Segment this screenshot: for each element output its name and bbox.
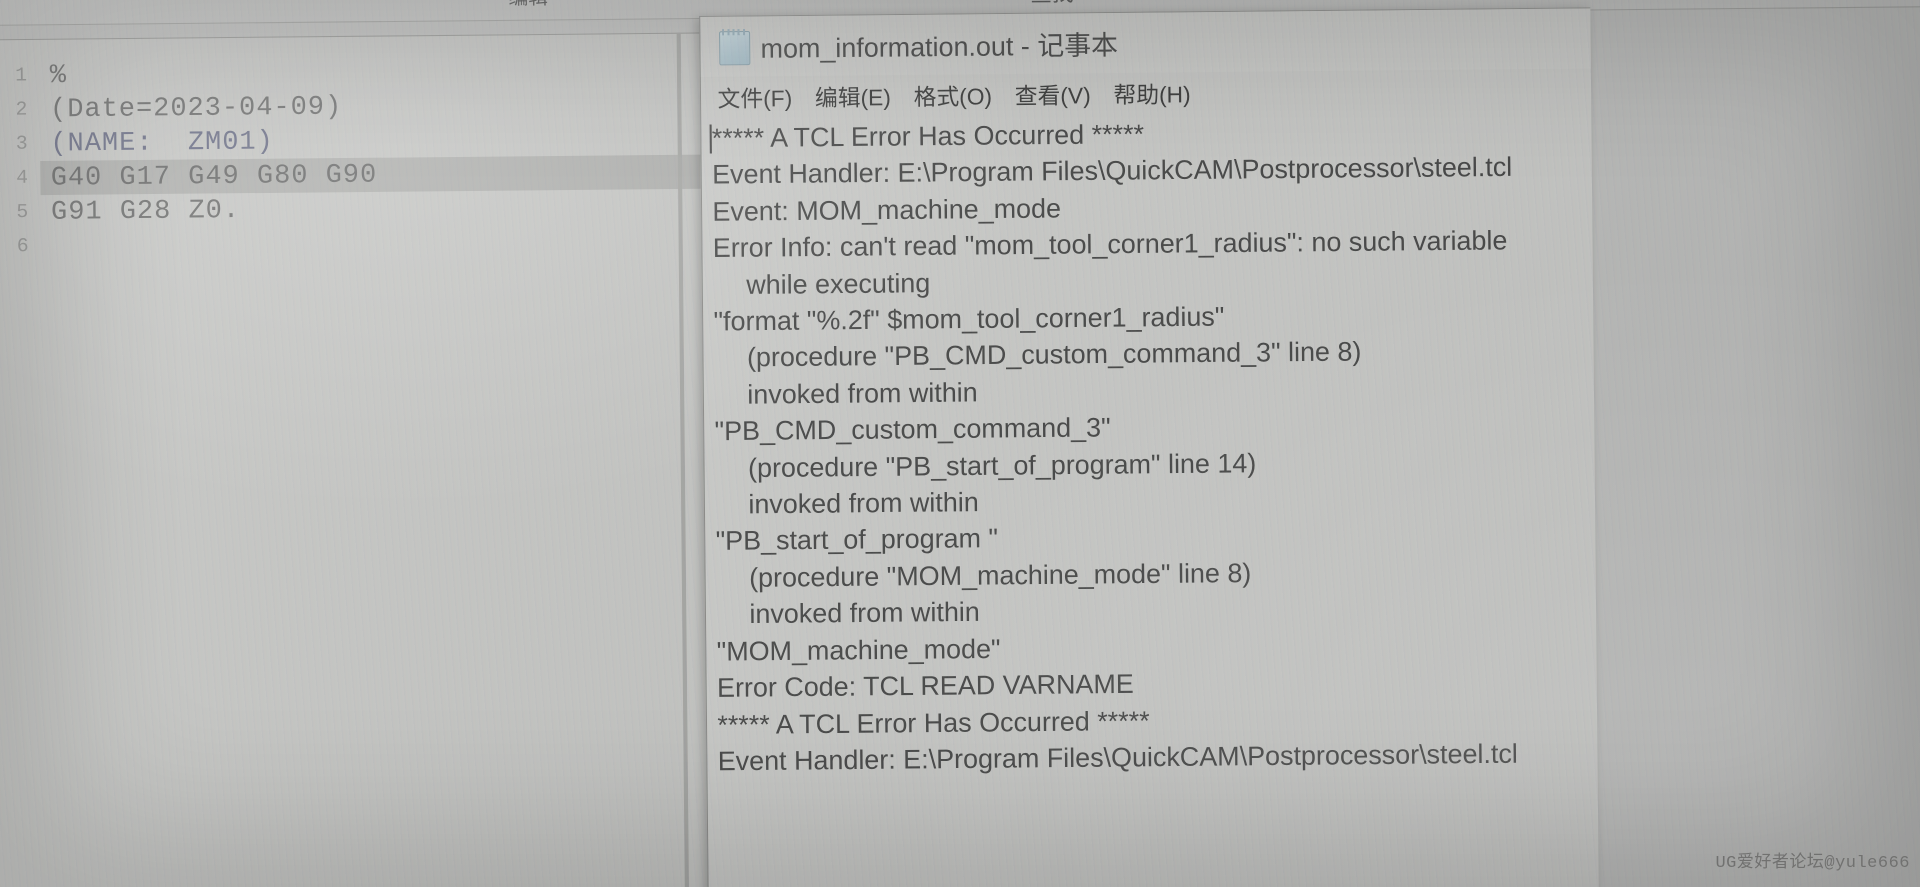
notepad-content: ***** A TCL Error Has Occurred ***** Even… xyxy=(712,112,1598,780)
notepad-text-area[interactable]: ***** A TCL Error Has Occurred ***** Even… xyxy=(701,112,1599,887)
gcode-line-number: 3 xyxy=(15,132,28,155)
photographed-screen: 编辑 查找 Bookmarks 设置 123456 %(Date=2023-04… xyxy=(0,0,1920,887)
toolbar-settings-menu[interactable]: 设置 xyxy=(1501,0,1541,1)
notepad-menu-item-2[interactable]: 格式(O) xyxy=(914,84,993,111)
notepad-menu-item-3[interactable]: 查看(V) xyxy=(1015,83,1091,110)
gcode-editor[interactable]: 1 2 3 4 5 6 % (Date=2023-04-09) (NAME: ZM01) G40… xyxy=(0,32,708,887)
gcode-line-number: 5 xyxy=(16,200,29,224)
gcode-line[interactable] xyxy=(41,223,702,263)
error-log-line: Event Handler: E:\Program Files\QuickCAM… xyxy=(717,737,1518,777)
toolbar-find-menu[interactable]: 查找 xyxy=(1030,0,1074,9)
notepad-icon xyxy=(719,30,751,66)
notepad-title-bar[interactable]: mom_information.out - 记事本 xyxy=(700,8,1591,77)
gcode-line-text: % xyxy=(49,59,68,91)
text-caret xyxy=(709,124,712,154)
notepad-menu-item-1[interactable]: 编辑(E) xyxy=(815,84,891,111)
gcode-line-text: G40 G17 G49 G80 G90 xyxy=(50,158,378,193)
notepad-title-text: mom_information.out - 记事本 xyxy=(760,29,1119,64)
notepad-menu-item-4[interactable]: 帮助(H) xyxy=(1113,82,1190,109)
notepad-menu-bar[interactable]: 文件(F) 编辑(E) 格式(O) 查看(V) 帮助(H) xyxy=(717,76,1213,116)
gcode-line-text: (NAME: ZM01) xyxy=(50,125,274,159)
gcode-line-text: G91 G28 Z0. xyxy=(50,194,241,228)
gcode-line-number: 6 xyxy=(16,234,29,258)
gcode-line-number: 2 xyxy=(15,97,28,121)
code-area[interactable]: % (Date=2023-04-09) (NAME: ZM01) G40 G17 G4… xyxy=(39,34,708,887)
toolbar-edit-menu[interactable]: 编辑 xyxy=(508,0,548,11)
notepad-window[interactable]: mom_information.out - 记事本 文件(F) 编辑(E) 格式(O… xyxy=(699,7,1599,887)
gcode-line-text: (Date=2023-04-09) xyxy=(49,90,343,125)
forum-watermark: UG爱好者论坛@yule666 xyxy=(1715,854,1910,873)
notepad-menu-item-0[interactable]: 文件(F) xyxy=(717,85,792,112)
gcode-line-number: 4 xyxy=(16,166,29,190)
gcode-line-number: 1 xyxy=(15,63,28,87)
screen-photo: 编辑 查找 Bookmarks 设置 123456 %(Date=2023-04… xyxy=(0,0,1920,887)
